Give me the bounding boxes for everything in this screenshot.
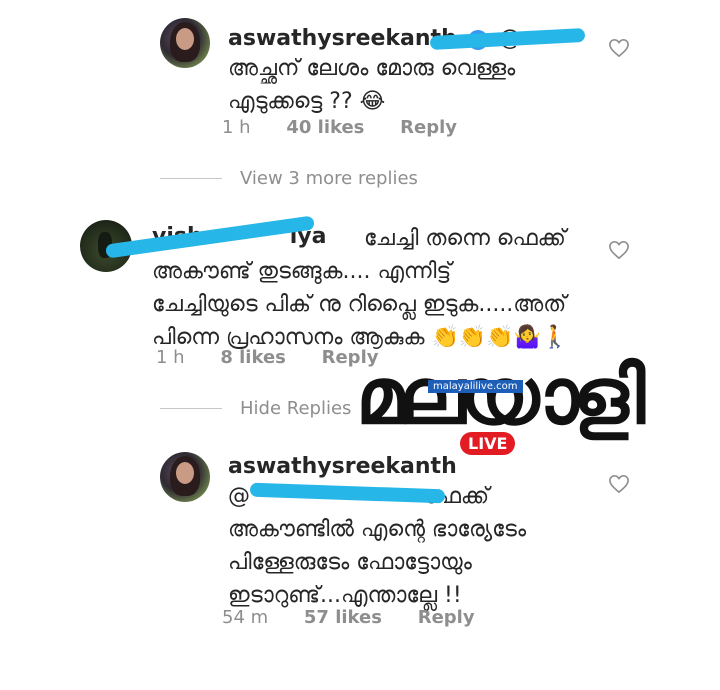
comment-line: അച്ഛന് ലേശം മോരു വെള്ളം xyxy=(228,56,516,81)
watermark-live-badge: LIVE xyxy=(460,432,516,455)
watermark-site: malayalilive.com xyxy=(428,380,523,393)
malayali-live-watermark: മലയാളി malayalilive.com LIVE xyxy=(356,352,645,462)
heart-icon[interactable] xyxy=(608,38,630,58)
comment-line: അകൗണ്ടിൽ എന്റെ ഭാര്യേടേം xyxy=(228,517,527,542)
comment-line: എടുക്കട്ടെ ?? 😂 xyxy=(228,89,386,114)
avatar[interactable] xyxy=(160,18,210,68)
likes-count[interactable]: 8 likes xyxy=(220,347,286,368)
likes-count[interactable]: 57 likes xyxy=(304,607,382,628)
timestamp: 1 h xyxy=(156,347,185,368)
comment-text: അച്ഛന് ലേശം മോരു വെള്ളം എടുക്കട്ടെ ?? 😂 xyxy=(228,52,515,118)
view-more-replies[interactable]: View 3 more replies xyxy=(160,168,418,189)
view-more-label[interactable]: View 3 more replies xyxy=(240,168,418,189)
reply-button[interactable]: Reply xyxy=(400,117,457,138)
likes-count[interactable]: 40 likes xyxy=(286,117,364,138)
comment-line: പിള്ളേരുടേം ഫോട്ടോയും xyxy=(228,550,472,575)
comment-1: aswathysreekanth ✓ @ അച്ഛന് ലേശം മോരു വെ… xyxy=(0,0,720,150)
comment-line: ചേച്ചി തന്നെ ഫെക്ക് xyxy=(364,226,566,251)
comment-meta: 54 m 57 likes Reply xyxy=(222,607,505,628)
timestamp: 54 m xyxy=(222,607,269,628)
comment-line: ചേച്ചിയുടെ പിക് നു റിപ്ലൈ ഇടുക.....അത് xyxy=(152,292,567,317)
mention[interactable]: @ xyxy=(228,484,250,509)
heart-icon[interactable] xyxy=(608,474,630,494)
comment-line: അകൗണ്ട് തുടങ്ങുക.... എന്നിട്ട് xyxy=(152,259,452,284)
watermark-logo-text: മലയാളി xyxy=(356,351,645,442)
comment-3: aswathysreekanth @ ഫേക്ക് അകൗണ്ടിൽ എന്റെ… xyxy=(0,440,720,640)
reply-button[interactable]: Reply xyxy=(418,607,475,628)
avatar[interactable] xyxy=(160,452,210,502)
comment-meta: 1 h 40 likes Reply xyxy=(222,117,487,138)
username[interactable]: aswathysreekanth xyxy=(228,26,457,51)
timestamp: 1 h xyxy=(222,117,251,138)
heart-icon[interactable] xyxy=(608,240,630,260)
hide-replies-label[interactable]: Hide Replies xyxy=(240,398,351,419)
comment-text: ചേച്ചി തന്നെ ഫെക്ക് അകൗണ്ട് തുടങ്ങുക....… xyxy=(152,222,569,354)
hide-replies[interactable]: Hide Replies xyxy=(160,398,351,419)
